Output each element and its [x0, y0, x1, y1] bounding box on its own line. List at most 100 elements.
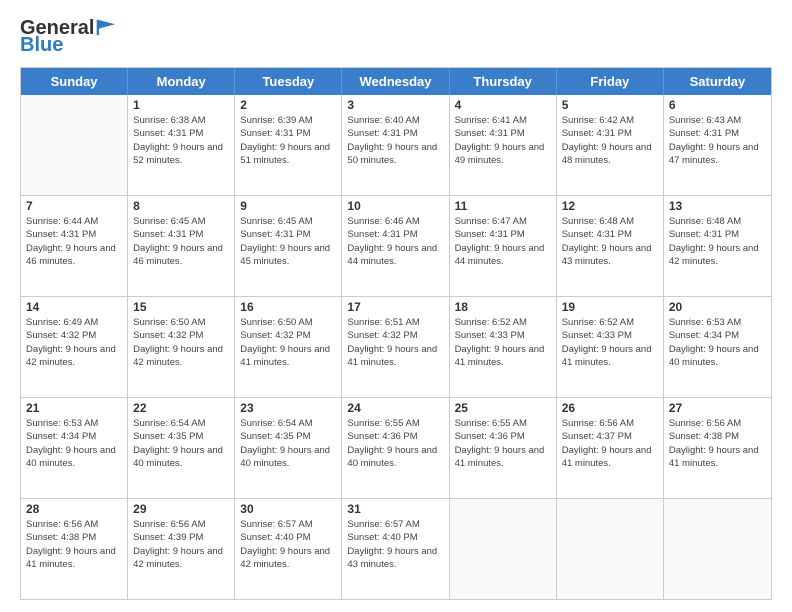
calendar-cell: 26 Sunrise: 6:56 AMSunset: 4:37 PMDayligh…: [557, 398, 664, 498]
day-info: Sunrise: 6:56 AMSunset: 4:38 PMDaylight:…: [669, 417, 766, 470]
day-info: Sunrise: 6:54 AMSunset: 4:35 PMDaylight:…: [240, 417, 336, 470]
day-number: 10: [347, 199, 443, 213]
day-info: Sunrise: 6:40 AMSunset: 4:31 PMDaylight:…: [347, 114, 443, 167]
calendar-cell: 21 Sunrise: 6:53 AMSunset: 4:34 PMDayligh…: [21, 398, 128, 498]
calendar-cell: 11Sunrise: 6:47 AMSunset: 4:31 PMDayligh…: [450, 196, 557, 296]
day-info: Sunrise: 6:52 AMSunset: 4:33 PMDaylight:…: [455, 316, 551, 369]
calendar-cell: 23 Sunrise: 6:54 AMSunset: 4:35 PMDayligh…: [235, 398, 342, 498]
day-info: Sunrise: 6:50 AMSunset: 4:32 PMDaylight:…: [133, 316, 229, 369]
day-info: Sunrise: 6:57 AMSunset: 4:40 PMDaylight:…: [240, 518, 336, 571]
day-info: Sunrise: 6:57 AMSunset: 4:40 PMDaylight:…: [347, 518, 443, 571]
logo: General Blue: [20, 18, 116, 57]
day-info: Sunrise: 6:39 AMSunset: 4:31 PMDaylight:…: [240, 114, 336, 167]
weekday-header: Monday: [128, 68, 235, 95]
day-number: 11: [455, 199, 551, 213]
day-number: 30: [240, 502, 336, 516]
calendar-cell: 9 Sunrise: 6:45 AMSunset: 4:31 PMDaylight…: [235, 196, 342, 296]
calendar-cell: 20 Sunrise: 6:53 AMSunset: 4:34 PMDayligh…: [664, 297, 771, 397]
day-number: 17: [347, 300, 443, 314]
day-number: 27: [669, 401, 766, 415]
day-info: Sunrise: 6:53 AMSunset: 4:34 PMDaylight:…: [669, 316, 766, 369]
calendar-body: 1Sunrise: 6:38 AMSunset: 4:31 PMDaylight…: [21, 95, 771, 599]
calendar-cell: 3 Sunrise: 6:40 AMSunset: 4:31 PMDaylight…: [342, 95, 449, 195]
day-number: 2: [240, 98, 336, 112]
day-number: 3: [347, 98, 443, 112]
calendar-cell: 14 Sunrise: 6:49 AMSunset: 4:32 PMDayligh…: [21, 297, 128, 397]
day-number: 18: [455, 300, 551, 314]
day-info: Sunrise: 6:55 AMSunset: 4:36 PMDaylight:…: [455, 417, 551, 470]
day-info: Sunrise: 6:51 AMSunset: 4:32 PMDaylight:…: [347, 316, 443, 369]
calendar-cell: [664, 499, 771, 599]
day-info: Sunrise: 6:49 AMSunset: 4:32 PMDaylight:…: [26, 316, 122, 369]
day-info: Sunrise: 6:56 AMSunset: 4:39 PMDaylight:…: [133, 518, 229, 571]
day-info: Sunrise: 6:42 AMSunset: 4:31 PMDaylight:…: [562, 114, 658, 167]
calendar-cell: 29 Sunrise: 6:56 AMSunset: 4:39 PMDayligh…: [128, 499, 235, 599]
day-info: Sunrise: 6:55 AMSunset: 4:36 PMDaylight:…: [347, 417, 443, 470]
calendar-cell: 30 Sunrise: 6:57 AMSunset: 4:40 PMDayligh…: [235, 499, 342, 599]
calendar-cell: 1Sunrise: 6:38 AMSunset: 4:31 PMDaylight…: [128, 95, 235, 195]
weekday-header: Saturday: [664, 68, 771, 95]
day-number: 12: [562, 199, 658, 213]
calendar-cell: 4 Sunrise: 6:41 AMSunset: 4:31 PMDaylight…: [450, 95, 557, 195]
calendar-cell: 25 Sunrise: 6:55 AMSunset: 4:36 PMDayligh…: [450, 398, 557, 498]
calendar-cell: [21, 95, 128, 195]
day-number: 28: [26, 502, 122, 516]
calendar-cell: 24 Sunrise: 6:55 AMSunset: 4:36 PMDayligh…: [342, 398, 449, 498]
day-number: 20: [669, 300, 766, 314]
calendar-cell: 6 Sunrise: 6:43 AMSunset: 4:31 PMDaylight…: [664, 95, 771, 195]
calendar-cell: 16 Sunrise: 6:50 AMSunset: 4:32 PMDayligh…: [235, 297, 342, 397]
day-number: 9: [240, 199, 336, 213]
calendar-cell: 19 Sunrise: 6:52 AMSunset: 4:33 PMDayligh…: [557, 297, 664, 397]
day-info: Sunrise: 6:48 AMSunset: 4:31 PMDaylight:…: [669, 215, 766, 268]
calendar-cell: [450, 499, 557, 599]
calendar-cell: 7 Sunrise: 6:44 AMSunset: 4:31 PMDaylight…: [21, 196, 128, 296]
calendar-cell: 10Sunrise: 6:46 AMSunset: 4:31 PMDayligh…: [342, 196, 449, 296]
day-info: Sunrise: 6:53 AMSunset: 4:34 PMDaylight:…: [26, 417, 122, 470]
day-number: 6: [669, 98, 766, 112]
day-number: 25: [455, 401, 551, 415]
weekday-header: Friday: [557, 68, 664, 95]
day-number: 4: [455, 98, 551, 112]
day-number: 14: [26, 300, 122, 314]
day-info: Sunrise: 6:52 AMSunset: 4:33 PMDaylight:…: [562, 316, 658, 369]
day-info: Sunrise: 6:45 AMSunset: 4:31 PMDaylight:…: [240, 215, 336, 268]
calendar-cell: 12 Sunrise: 6:48 AMSunset: 4:31 PMDayligh…: [557, 196, 664, 296]
day-number: 5: [562, 98, 658, 112]
day-info: Sunrise: 6:56 AMSunset: 4:37 PMDaylight:…: [562, 417, 658, 470]
day-info: Sunrise: 6:56 AMSunset: 4:38 PMDaylight:…: [26, 518, 122, 571]
calendar: SundayMondayTuesdayWednesdayThursdayFrid…: [20, 67, 772, 600]
day-number: 13: [669, 199, 766, 213]
day-number: 29: [133, 502, 229, 516]
header: General Blue: [20, 18, 772, 57]
calendar-row: 14 Sunrise: 6:49 AMSunset: 4:32 PMDayligh…: [21, 296, 771, 397]
logo-flag-icon: [96, 18, 116, 36]
calendar-cell: [557, 499, 664, 599]
day-number: 1: [133, 98, 229, 112]
day-info: Sunrise: 6:54 AMSunset: 4:35 PMDaylight:…: [133, 417, 229, 470]
day-number: 24: [347, 401, 443, 415]
day-info: Sunrise: 6:50 AMSunset: 4:32 PMDaylight:…: [240, 316, 336, 369]
day-info: Sunrise: 6:48 AMSunset: 4:31 PMDaylight:…: [562, 215, 658, 268]
day-number: 26: [562, 401, 658, 415]
calendar-cell: 31 Sunrise: 6:57 AMSunset: 4:40 PMDayligh…: [342, 499, 449, 599]
day-info: Sunrise: 6:43 AMSunset: 4:31 PMDaylight:…: [669, 114, 766, 167]
day-number: 19: [562, 300, 658, 314]
day-number: 8: [133, 199, 229, 213]
day-number: 21: [26, 401, 122, 415]
day-number: 7: [26, 199, 122, 213]
day-info: Sunrise: 6:41 AMSunset: 4:31 PMDaylight:…: [455, 114, 551, 167]
calendar-row: 28 Sunrise: 6:56 AMSunset: 4:38 PMDayligh…: [21, 498, 771, 599]
day-number: 23: [240, 401, 336, 415]
calendar-cell: 8Sunrise: 6:45 AMSunset: 4:31 PMDaylight…: [128, 196, 235, 296]
logo-blue: Blue: [20, 34, 63, 57]
day-number: 22: [133, 401, 229, 415]
calendar-cell: 13 Sunrise: 6:48 AMSunset: 4:31 PMDayligh…: [664, 196, 771, 296]
calendar-cell: 18 Sunrise: 6:52 AMSunset: 4:33 PMDayligh…: [450, 297, 557, 397]
calendar-cell: 28 Sunrise: 6:56 AMSunset: 4:38 PMDayligh…: [21, 499, 128, 599]
calendar-cell: 5 Sunrise: 6:42 AMSunset: 4:31 PMDaylight…: [557, 95, 664, 195]
day-number: 31: [347, 502, 443, 516]
day-number: 15: [133, 300, 229, 314]
calendar-row: 7 Sunrise: 6:44 AMSunset: 4:31 PMDaylight…: [21, 195, 771, 296]
day-info: Sunrise: 6:44 AMSunset: 4:31 PMDaylight:…: [26, 215, 122, 268]
day-number: 16: [240, 300, 336, 314]
